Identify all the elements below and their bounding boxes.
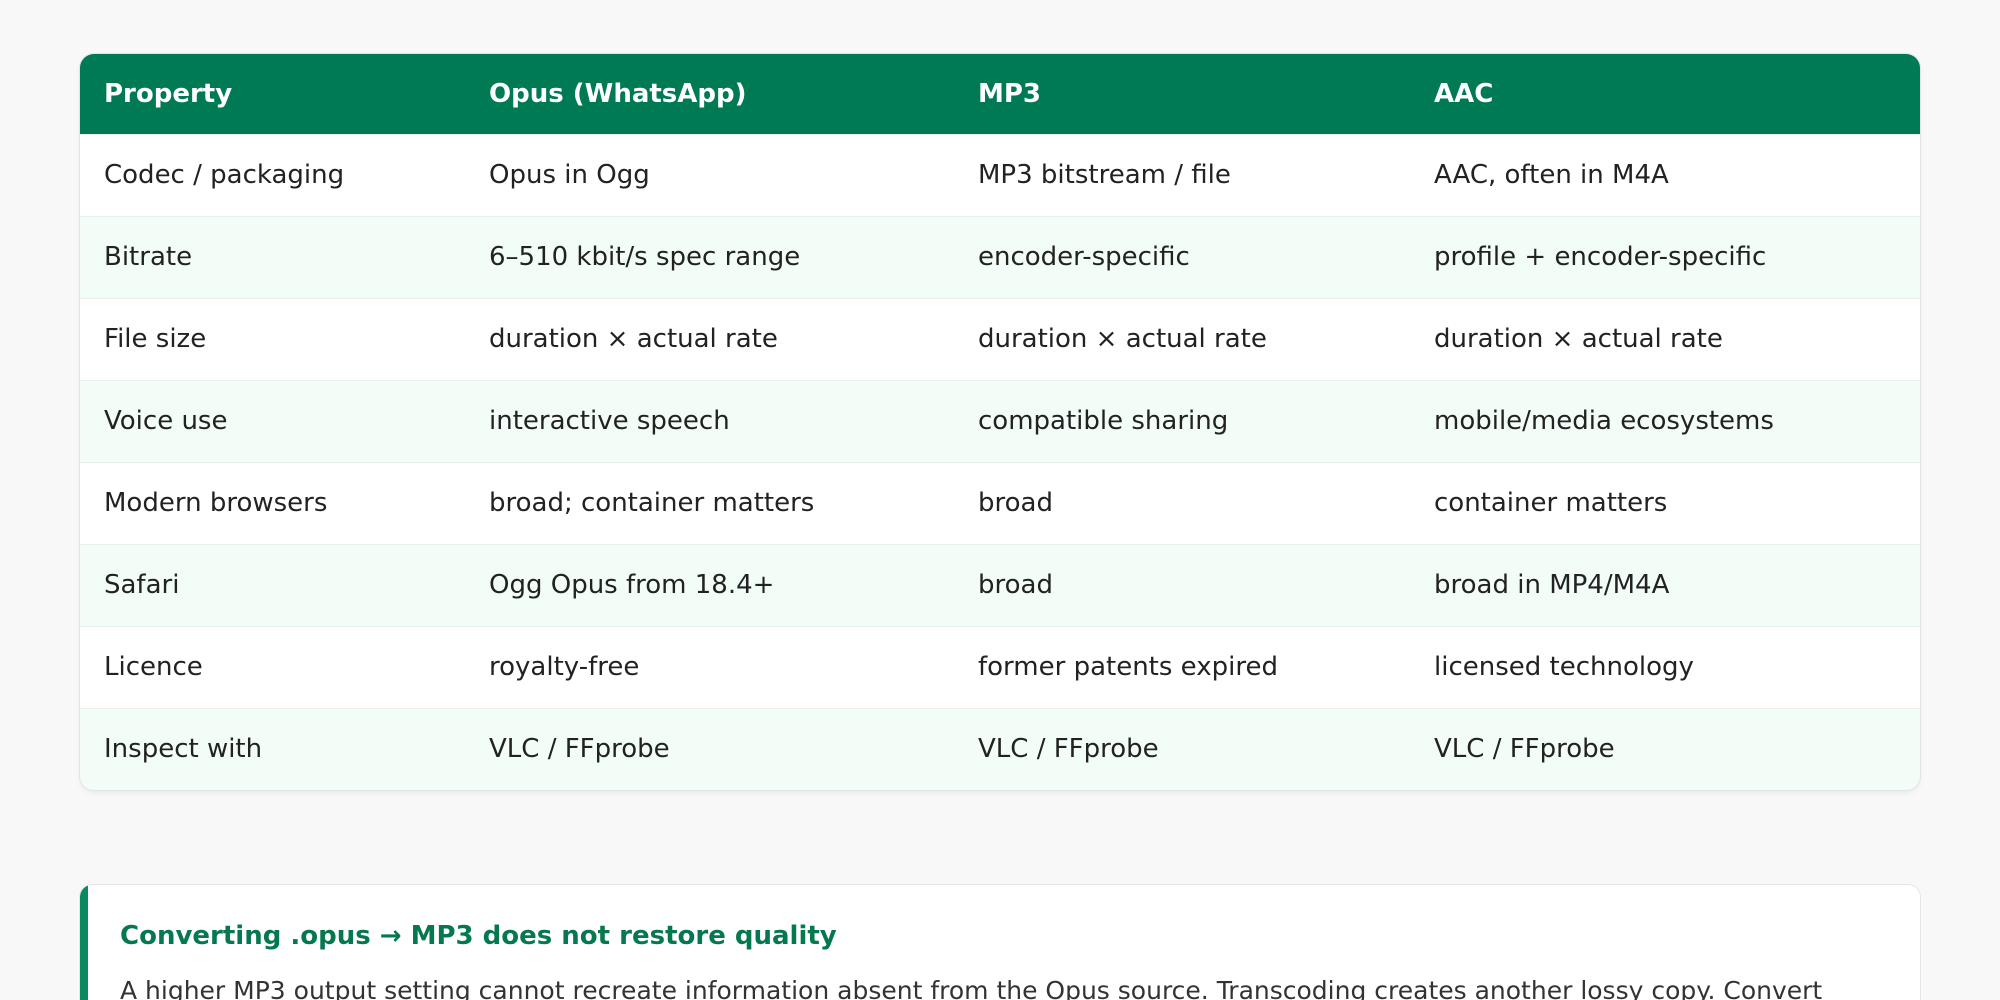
table-row: Inspect with VLC / FFprobe VLC / FFprobe… <box>80 708 1920 790</box>
cell-opus: Ogg Opus from 18.4+ <box>489 570 775 600</box>
row-label: Modern browsers <box>104 488 328 518</box>
cell-mp3: compatible sharing <box>978 406 1229 436</box>
cell-opus: Opus in Ogg <box>489 160 650 190</box>
format-comparison-table: Property Opus (WhatsApp) MP3 AAC Codec /… <box>80 54 1920 790</box>
row-label: Voice use <box>104 406 228 436</box>
format-comparison-table-card: Property Opus (WhatsApp) MP3 AAC Codec /… <box>80 54 1920 790</box>
cell-opus: broad; container matters <box>489 488 815 518</box>
table-row: Bitrate 6–510 kbit/s spec range encoder-… <box>80 216 1920 298</box>
page: Property Opus (WhatsApp) MP3 AAC Codec /… <box>0 0 2000 1000</box>
cell-aac: licensed technology <box>1434 652 1694 682</box>
header-property: Property <box>104 78 233 109</box>
transcoding-note-card: Converting .opus → MP3 does not restore … <box>80 885 1920 1000</box>
note-accent-bar <box>80 885 88 1000</box>
header-opus: Opus (WhatsApp) <box>489 78 747 109</box>
cell-mp3: broad <box>978 570 1053 600</box>
table-row: Safari Ogg Opus from 18.4+ broad broad i… <box>80 544 1920 626</box>
cell-opus: VLC / FFprobe <box>489 734 670 765</box>
cell-opus: royalty-free <box>489 652 640 682</box>
cell-aac: duration × actual rate <box>1434 324 1723 354</box>
row-label: Bitrate <box>104 242 193 272</box>
cell-mp3: duration × actual rate <box>978 324 1267 354</box>
header-aac: AAC <box>1434 78 1494 109</box>
row-label: File size <box>104 324 207 354</box>
table-row: File size duration × actual rate duratio… <box>80 298 1920 380</box>
note-title: Converting .opus → MP3 does not restore … <box>120 921 837 951</box>
cell-opus: duration × actual rate <box>489 324 778 354</box>
row-label: Codec / packaging <box>104 160 345 190</box>
row-label: Safari <box>104 570 180 600</box>
cell-aac: AAC, often in M4A <box>1434 160 1669 190</box>
header-mp3: MP3 <box>978 78 1042 109</box>
note-body: A higher MP3 output setting cannot recre… <box>120 976 1823 1000</box>
table-header-row: Property Opus (WhatsApp) MP3 AAC <box>80 54 1920 134</box>
row-label: Licence <box>104 652 203 682</box>
cell-mp3: broad <box>978 488 1053 518</box>
cell-opus: 6–510 kbit/s spec range <box>489 242 801 272</box>
row-label: Inspect with <box>104 734 263 765</box>
cell-mp3: VLC / FFprobe <box>978 734 1159 765</box>
table-row: Voice use interactive speech compatible … <box>80 380 1920 462</box>
cell-aac: broad in MP4/M4A <box>1434 570 1670 600</box>
table-row: Codec / packaging Opus in Ogg MP3 bitstr… <box>80 134 1920 216</box>
cell-mp3: encoder-specific <box>978 242 1190 272</box>
cell-aac: profile + encoder-specific <box>1434 242 1767 272</box>
table-row: Licence royalty-free former patents expi… <box>80 626 1920 708</box>
table-row: Modern browsers broad; container matters… <box>80 462 1920 544</box>
cell-opus: interactive speech <box>489 406 730 436</box>
cell-mp3: former patents expired <box>978 652 1278 682</box>
cell-aac: container matters <box>1434 488 1668 518</box>
cell-aac: mobile/media ecosystems <box>1434 406 1774 436</box>
cell-mp3: MP3 bitstream / file <box>978 160 1231 190</box>
cell-aac: VLC / FFprobe <box>1434 734 1615 765</box>
